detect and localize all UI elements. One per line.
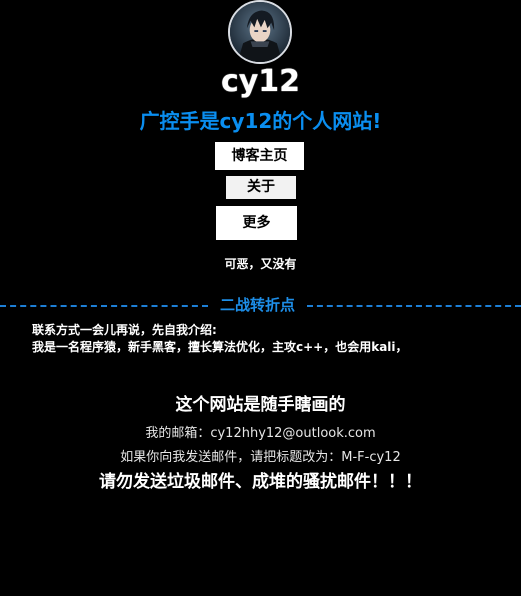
spam-warning: 请勿发送垃圾邮件、成堆的骚扰邮件！！！ — [99, 472, 422, 492]
email-line: 我的邮箱：cy12hhy12@outlook.com — [0, 425, 521, 443]
divider-line-left — [0, 305, 208, 307]
section-divider: 二战转折点 — [0, 295, 521, 315]
nav-link-about[interactable]: 关于 — [226, 176, 296, 199]
section-title: 二战转折点 — [219, 296, 295, 314]
divider-line-right — [307, 305, 521, 307]
email-subject-note: 如果你向我发送邮件，请把标题改为：M-F-cy12 — [120, 450, 401, 465]
nav-link-more[interactable]: 更多 — [216, 206, 297, 240]
avatar — [228, 0, 292, 64]
nav-link-home[interactable]: 博客主页 — [215, 142, 304, 170]
intro-line-self: 我是一名程序猿，新手黑客，擅长算法优化，主攻c++，也会用kali， — [32, 340, 408, 354]
email-label: 我的邮箱： — [145, 426, 211, 441]
avatar-image — [230, 2, 290, 62]
intro-text: 联系方式一会儿再说，先自我介绍: 我是一名程序猿，新手黑客，擅长算法优化，主攻c… — [32, 322, 408, 356]
email-link[interactable]: cy12hhy12@outlook.com — [210, 426, 375, 441]
footer-title: 这个网站是随手瞎画的 — [175, 395, 346, 415]
notice-text: 可恶，又没有 — [224, 257, 297, 271]
site-tagline: 广控手是cy12的个人网站! — [139, 109, 382, 133]
site-name: cy12 — [220, 64, 301, 99]
intro-line-contact: 联系方式一会儿再说，先自我介绍: — [32, 323, 217, 337]
